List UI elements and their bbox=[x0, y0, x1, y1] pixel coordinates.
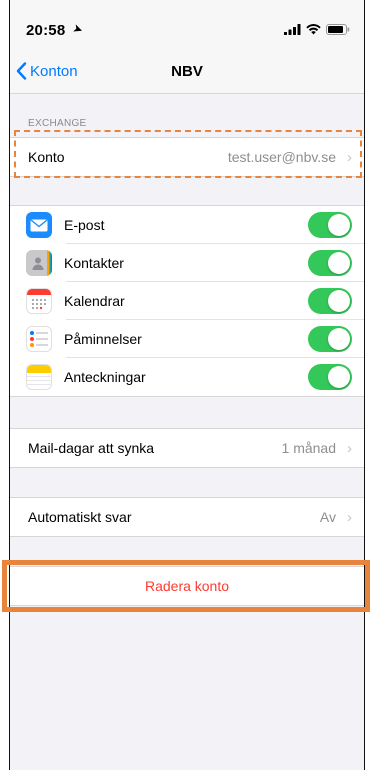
service-label: E-post bbox=[64, 217, 105, 233]
notes-icon bbox=[26, 364, 52, 390]
chevron-right-icon: › bbox=[347, 148, 352, 166]
service-row-contacts: Kontakter bbox=[10, 244, 364, 282]
battery-icon bbox=[326, 24, 350, 35]
page-title: NBV bbox=[171, 63, 203, 80]
mail-days-group: Mail-dagar att synka 1 månad › bbox=[10, 428, 364, 468]
chevron-right-icon: › bbox=[347, 508, 352, 526]
mail-days-value: 1 månad bbox=[281, 440, 336, 456]
contacts-icon bbox=[26, 250, 52, 276]
services-group: E-post Kontakter Kalendrar Påminnelser A… bbox=[10, 205, 364, 397]
reminders-icon bbox=[26, 326, 52, 352]
account-group: Konto test.user@nbv.se › bbox=[10, 137, 364, 177]
navigation-bar: Konton NBV bbox=[10, 50, 364, 94]
service-row-notes: Anteckningar bbox=[10, 358, 364, 396]
mail-days-row[interactable]: Mail-dagar att synka 1 månad › bbox=[10, 429, 364, 467]
account-row[interactable]: Konto test.user@nbv.se › bbox=[10, 138, 364, 176]
auto-reply-group: Automatiskt svar Av › bbox=[10, 497, 364, 537]
phone-screen: 20:58 ➤ Konton NBV EXCHANGE Konto test.u… bbox=[9, 0, 365, 770]
auto-reply-value: Av bbox=[319, 509, 336, 525]
calendar-icon bbox=[26, 288, 52, 314]
account-label: Konto bbox=[28, 149, 65, 165]
delete-account-button[interactable]: Radera konto bbox=[10, 566, 364, 606]
chevron-right-icon: › bbox=[347, 439, 352, 457]
signal-icon bbox=[284, 24, 301, 35]
auto-reply-row[interactable]: Automatiskt svar Av › bbox=[10, 498, 364, 536]
section-header-exchange: EXCHANGE bbox=[28, 118, 87, 129]
mail-toggle[interactable] bbox=[308, 212, 352, 238]
service-row-reminders: Påminnelser bbox=[10, 320, 364, 358]
auto-reply-label: Automatiskt svar bbox=[28, 509, 132, 525]
delete-account-label: Radera konto bbox=[144, 578, 230, 594]
service-row-calendars: Kalendrar bbox=[10, 282, 364, 320]
calendars-toggle[interactable] bbox=[308, 288, 352, 314]
service-label: Anteckningar bbox=[64, 369, 146, 385]
wifi-icon bbox=[306, 24, 321, 35]
status-icons bbox=[284, 24, 350, 35]
service-row-mail: E-post bbox=[10, 206, 364, 244]
service-label: Kontakter bbox=[64, 255, 124, 271]
service-label: Kalendrar bbox=[64, 293, 125, 309]
mail-days-label: Mail-dagar att synka bbox=[28, 440, 155, 456]
status-bar: 20:58 ➤ bbox=[10, 0, 364, 50]
contacts-toggle[interactable] bbox=[308, 250, 352, 276]
notes-toggle[interactable] bbox=[308, 364, 352, 390]
reminders-toggle[interactable] bbox=[308, 326, 352, 352]
account-value: test.user@nbv.se bbox=[227, 149, 336, 165]
status-time: 20:58 bbox=[26, 22, 66, 39]
mail-icon bbox=[26, 212, 52, 238]
location-arrow-icon: ➤ bbox=[70, 20, 86, 38]
service-label: Påminnelser bbox=[64, 331, 142, 347]
